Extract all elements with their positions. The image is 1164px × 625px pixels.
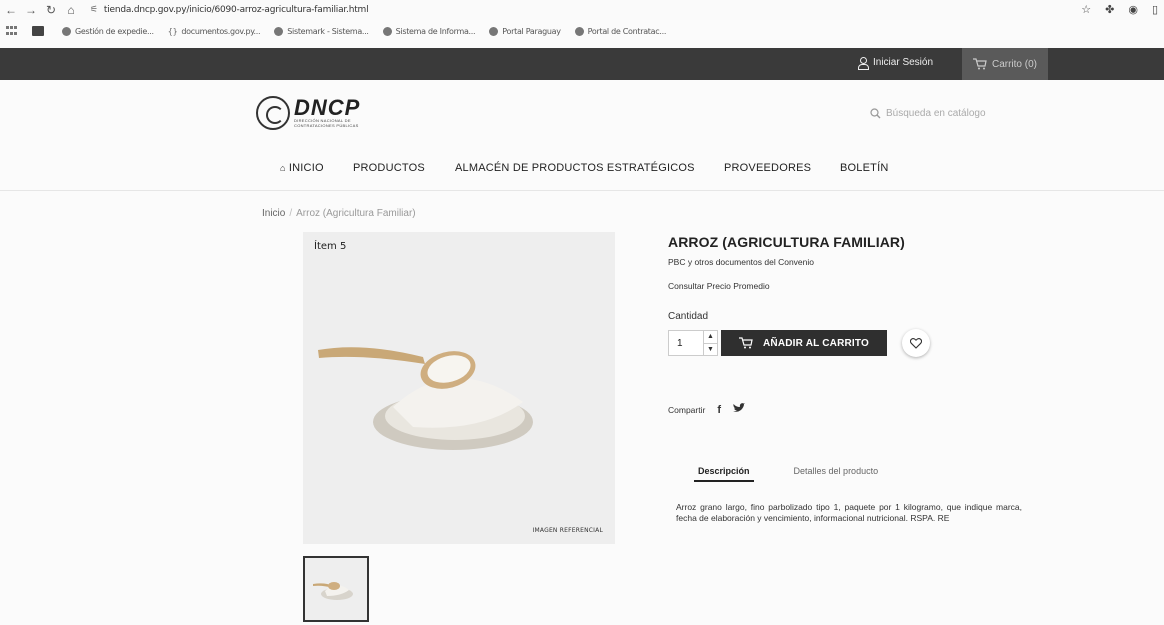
- home-icon[interactable]: ⌂: [62, 3, 80, 17]
- site-logo[interactable]: DNCP DIRECCIÓN NACIONAL DE CONTRATACIONE…: [256, 96, 360, 130]
- reload-icon[interactable]: ↻: [42, 3, 60, 17]
- site-info-icon[interactable]: ⚟: [90, 5, 98, 15]
- address-bar[interactable]: ⚟ tienda.dncp.gov.py/inicio/6090-arroz-ag…: [90, 5, 369, 15]
- bookmark-icon: [32, 26, 44, 36]
- breadcrumb: Inicio / Arroz (Agricultura Familiar): [262, 208, 416, 219]
- increment-icon[interactable]: ▲: [704, 331, 717, 343]
- share-section: Compartir f: [668, 403, 745, 416]
- globe-icon: [62, 26, 71, 36]
- heart-icon: [910, 337, 922, 349]
- cart-link[interactable]: Carrito (0): [962, 48, 1048, 80]
- nav-item-almacen[interactable]: ALMACÉN DE PRODUCTOS ESTRATÉGICOS: [455, 162, 695, 174]
- bookmark-label: Portal de Contratac...: [587, 26, 667, 36]
- browser-toolbar: ← → ↻ ⌂ ⚟ tienda.dncp.gov.py/inicio/6090-…: [0, 0, 1164, 20]
- thumbnail-photo: [313, 582, 353, 600]
- bookmark-item[interactable]: Sistema de Informa...: [382, 26, 476, 36]
- quantity-input[interactable]: 1: [677, 338, 683, 349]
- bookmarks-bar: Gestión de expedie... {} documentos.gov.p…: [0, 22, 1164, 40]
- nav-label: PRODUCTOS: [353, 162, 425, 174]
- nav-item-boletin[interactable]: BOLETÍN: [840, 162, 888, 174]
- breadcrumb-home[interactable]: Inicio: [262, 208, 285, 219]
- bookmark-label: Portal Paraguay: [502, 26, 561, 36]
- bookmark-item[interactable]: Portal Paraguay: [489, 26, 561, 36]
- top-bar: Iniciar Sesión Carrito (0): [0, 48, 1164, 80]
- bookmark-item[interactable]: {} documentos.gov.py...: [168, 27, 261, 36]
- logo-title: DNCP: [294, 95, 361, 120]
- tab-detalles[interactable]: Detalles del producto: [782, 462, 891, 482]
- bookmark-label: documentos.gov.py...: [181, 26, 261, 36]
- bookmark-item[interactable]: [32, 26, 48, 36]
- globe-icon: [274, 26, 284, 36]
- nav-label: PROVEEDORES: [724, 162, 812, 174]
- back-icon[interactable]: ←: [2, 3, 20, 17]
- product-tabs: Descripción Detalles del producto: [686, 462, 910, 482]
- quantity-stepper[interactable]: 1 ▲ ▼: [668, 330, 718, 356]
- quantity-label: Cantidad: [668, 311, 709, 322]
- facebook-icon[interactable]: f: [717, 404, 721, 416]
- share-label: Compartir: [668, 404, 706, 415]
- image-reference-label: IMAGEN REFERENCIAL: [532, 527, 603, 534]
- decrement-icon[interactable]: ▼: [704, 343, 717, 355]
- header-divider: [0, 190, 1164, 191]
- login-label: Iniciar Sesión: [873, 57, 934, 68]
- home-icon: ⌂: [280, 163, 286, 173]
- globe-icon: [382, 26, 392, 36]
- account-icon[interactable]: ◉: [1128, 3, 1138, 16]
- globe-icon: [574, 26, 584, 36]
- cart-icon: [972, 58, 987, 70]
- login-link[interactable]: Iniciar Sesión: [858, 57, 934, 70]
- search-icon: [870, 108, 881, 119]
- apps-icon[interactable]: [6, 26, 18, 36]
- product-image[interactable]: Ítem 5 IMAGEN REFERENCIAL: [303, 232, 615, 544]
- search-input[interactable]: Búsqueda en catálogo: [886, 108, 986, 119]
- nav-item-productos[interactable]: PRODUCTOS: [353, 162, 425, 174]
- twitter-icon[interactable]: [732, 403, 745, 416]
- url-text: tienda.dncp.gov.py/inicio/6090-arroz-agr…: [103, 5, 369, 15]
- cart-icon: [739, 337, 753, 349]
- bookmark-item[interactable]: Gestión de expedie...: [62, 26, 154, 36]
- nav-label: ALMACÉN DE PRODUCTOS ESTRATÉGICOS: [455, 162, 695, 174]
- bookmark-star-icon[interactable]: ☆: [1081, 3, 1091, 16]
- product-description: Arroz grano largo, fino parbolizado tipo…: [676, 502, 1022, 523]
- add-to-cart-button[interactable]: AÑADIR AL CARRITO: [721, 330, 887, 356]
- rice-photo: [318, 347, 533, 450]
- main-nav: ⌂ INICIO PRODUCTOS ALMACÉN DE PRODUCTOS …: [0, 156, 1164, 184]
- average-price-link[interactable]: Consultar Precio Promedio: [668, 281, 770, 291]
- product-thumbnail[interactable]: [303, 556, 369, 622]
- code-icon: {}: [167, 26, 178, 36]
- search-box[interactable]: Búsqueda en catálogo: [870, 108, 986, 119]
- breadcrumb-current: Arroz (Agricultura Familiar): [296, 208, 416, 219]
- cart-label: Carrito (0): [991, 58, 1037, 70]
- bookmark-label: Sistemark - Sistema...: [287, 26, 369, 36]
- logo-emblem: [256, 96, 290, 130]
- product-title: ARROZ (AGRICULTURA FAMILIAR): [668, 234, 905, 250]
- extension-icon[interactable]: ✤: [1105, 3, 1114, 16]
- forward-icon[interactable]: →: [22, 3, 40, 17]
- user-icon: [858, 57, 869, 70]
- nav-label: BOLETÍN: [840, 162, 889, 174]
- breadcrumb-separator: /: [289, 208, 293, 219]
- bookmark-label: Sistema de Informa...: [395, 26, 476, 36]
- nav-label: INICIO: [288, 162, 324, 174]
- bookmark-item[interactable]: Portal de Contratac...: [574, 26, 667, 36]
- wishlist-button[interactable]: [902, 329, 930, 357]
- add-to-cart-label: AÑADIR AL CARRITO: [763, 337, 869, 349]
- documents-link[interactable]: PBC y otros documentos del Convenio: [668, 257, 814, 267]
- nav-item-inicio[interactable]: ⌂ INICIO: [280, 162, 324, 174]
- nav-item-proveedores[interactable]: PROVEEDORES: [724, 162, 811, 174]
- bookmark-label: Gestión de expedie...: [75, 26, 154, 36]
- globe-icon: [489, 26, 499, 36]
- tab-descripcion[interactable]: Descripción: [686, 462, 762, 482]
- menu-icon[interactable]: ▯: [1152, 3, 1158, 16]
- logo-subtitle: CONTRATACIONES PÚBLICAS: [294, 123, 359, 128]
- bookmark-item[interactable]: Sistemark - Sistema...: [274, 26, 369, 36]
